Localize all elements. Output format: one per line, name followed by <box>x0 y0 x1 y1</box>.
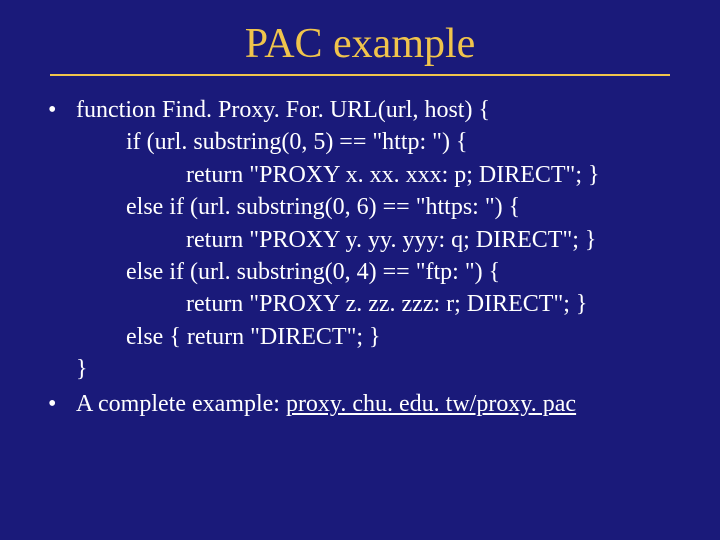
bullet-item: • function Find. Proxy. For. URL(url, ho… <box>40 94 680 386</box>
bullet-item: • A complete example: proxy. chu. edu. t… <box>40 388 680 420</box>
bullet-marker: • <box>40 388 76 420</box>
slide: PAC example • function Find. Proxy. For.… <box>0 0 720 540</box>
code-line: return "PROXY y. yy. yyy: q; DIRECT"; } <box>76 224 680 256</box>
slide-body: • function Find. Proxy. For. URL(url, ho… <box>40 94 680 420</box>
code-line: if (url. substring(0, 5) == "http: ") { <box>76 126 680 158</box>
bullet-content: A complete example: proxy. chu. edu. tw/… <box>76 388 680 420</box>
code-line: else { return "DIRECT"; } <box>76 321 680 353</box>
bullet-marker: • <box>40 94 76 386</box>
slide-title: PAC example <box>40 20 680 68</box>
bullet-text: A complete example: <box>76 391 286 417</box>
code-line: return "PROXY x. xx. xxx: p; DIRECT"; } <box>76 159 680 191</box>
code-line: function Find. Proxy. For. URL(url, host… <box>76 97 490 123</box>
title-divider <box>50 74 670 76</box>
code-line: else if (url. substring(0, 6) == "https:… <box>76 191 680 223</box>
bullet-content: function Find. Proxy. For. URL(url, host… <box>76 94 680 386</box>
code-line: return "PROXY z. zz. zzz: r; DIRECT"; } <box>76 288 680 320</box>
code-line: } <box>76 356 88 382</box>
proxy-pac-link[interactable]: proxy. chu. edu. tw/proxy. pac <box>286 391 576 417</box>
code-line: else if (url. substring(0, 4) == "ftp: "… <box>76 256 680 288</box>
